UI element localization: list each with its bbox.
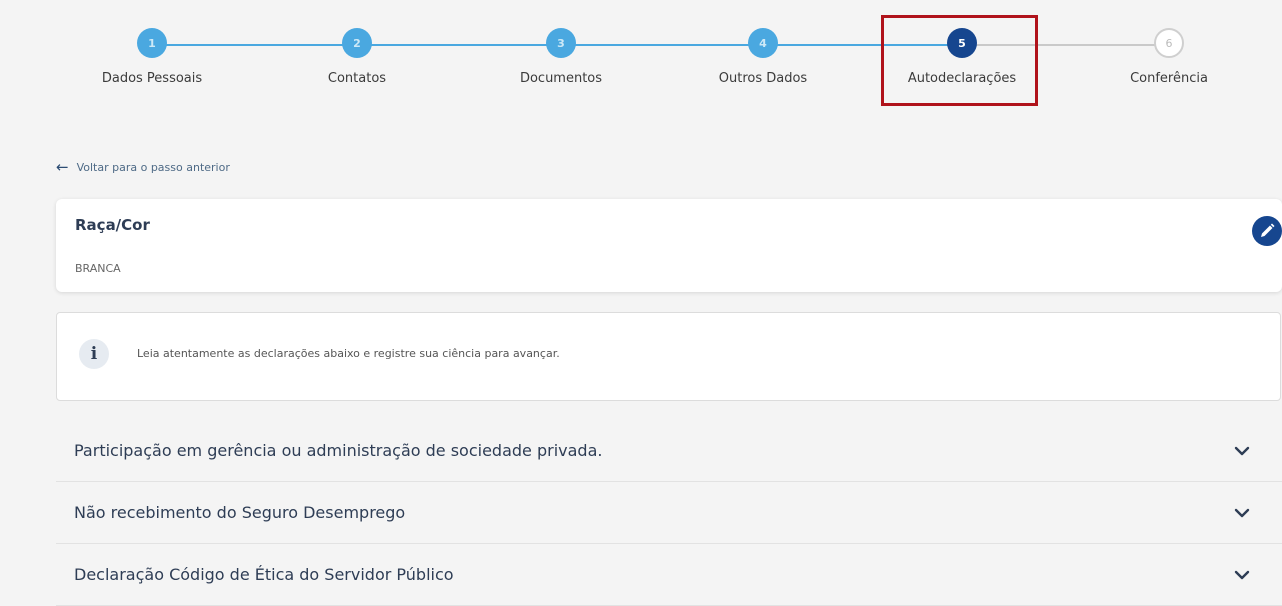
arrow-left-icon: ← — [56, 158, 69, 176]
edit-race-button[interactable] — [1252, 216, 1282, 246]
accordion-item-codigo-etica[interactable]: Declaração Código de Ética do Servidor P… — [56, 544, 1282, 606]
step-number-badge: 6 — [1154, 28, 1184, 58]
step-documentos[interactable]: 3 Documentos — [461, 28, 661, 86]
step-label: Documentos — [519, 71, 603, 86]
step-label: Dados Pessoais — [101, 71, 203, 86]
step-label: Conferência — [1130, 71, 1208, 86]
step-number-badge: 3 — [546, 28, 576, 58]
step-conferencia[interactable]: 6 Conferência — [1069, 28, 1269, 86]
chevron-down-icon — [1234, 507, 1250, 519]
step-number-badge: 4 — [748, 28, 778, 58]
accordion-item-participacao-gerencia[interactable]: Participação em gerência ou administraçã… — [56, 420, 1282, 482]
info-text: Leia atentamente as declarações abaixo e… — [137, 347, 560, 360]
declarations-accordion: Participação em gerência ou administraçã… — [56, 420, 1282, 606]
race-card-title: Raça/Cor — [75, 216, 150, 234]
accordion-item-seguro-desemprego[interactable]: Não recebimento do Seguro Desemprego — [56, 482, 1282, 544]
step-label: Contatos — [327, 71, 387, 86]
info-icon: i — [79, 339, 109, 369]
back-link[interactable]: ← Voltar para o passo anterior — [56, 160, 230, 175]
step-number-badge: 2 — [342, 28, 372, 58]
pencil-icon — [1261, 223, 1275, 237]
race-card: Raça/Cor BRANCA — [56, 199, 1282, 292]
info-alert: i Leia atentamente as declarações abaixo… — [56, 312, 1281, 401]
accordion-item-title: Não recebimento do Seguro Desemprego — [74, 503, 406, 522]
accordion-item-title: Declaração Código de Ética do Servidor P… — [74, 565, 454, 584]
step-outros-dados[interactable]: 4 Outros Dados — [663, 28, 863, 86]
step-dados-pessoais[interactable]: 1 Dados Pessoais — [52, 28, 252, 86]
chevron-down-icon — [1234, 445, 1250, 457]
chevron-down-icon — [1234, 569, 1250, 581]
step-label: Outros Dados — [718, 71, 808, 86]
back-link-label: Voltar para o passo anterior — [76, 161, 230, 174]
current-step-highlight — [881, 15, 1038, 106]
step-contatos[interactable]: 2 Contatos — [257, 28, 457, 86]
accordion-item-title: Participação em gerência ou administraçã… — [74, 441, 603, 460]
race-card-value: BRANCA — [75, 262, 121, 275]
step-number-badge: 1 — [137, 28, 167, 58]
progress-stepper: 1 Dados Pessoais 2 Contatos 3 Documentos… — [0, 0, 1282, 130]
